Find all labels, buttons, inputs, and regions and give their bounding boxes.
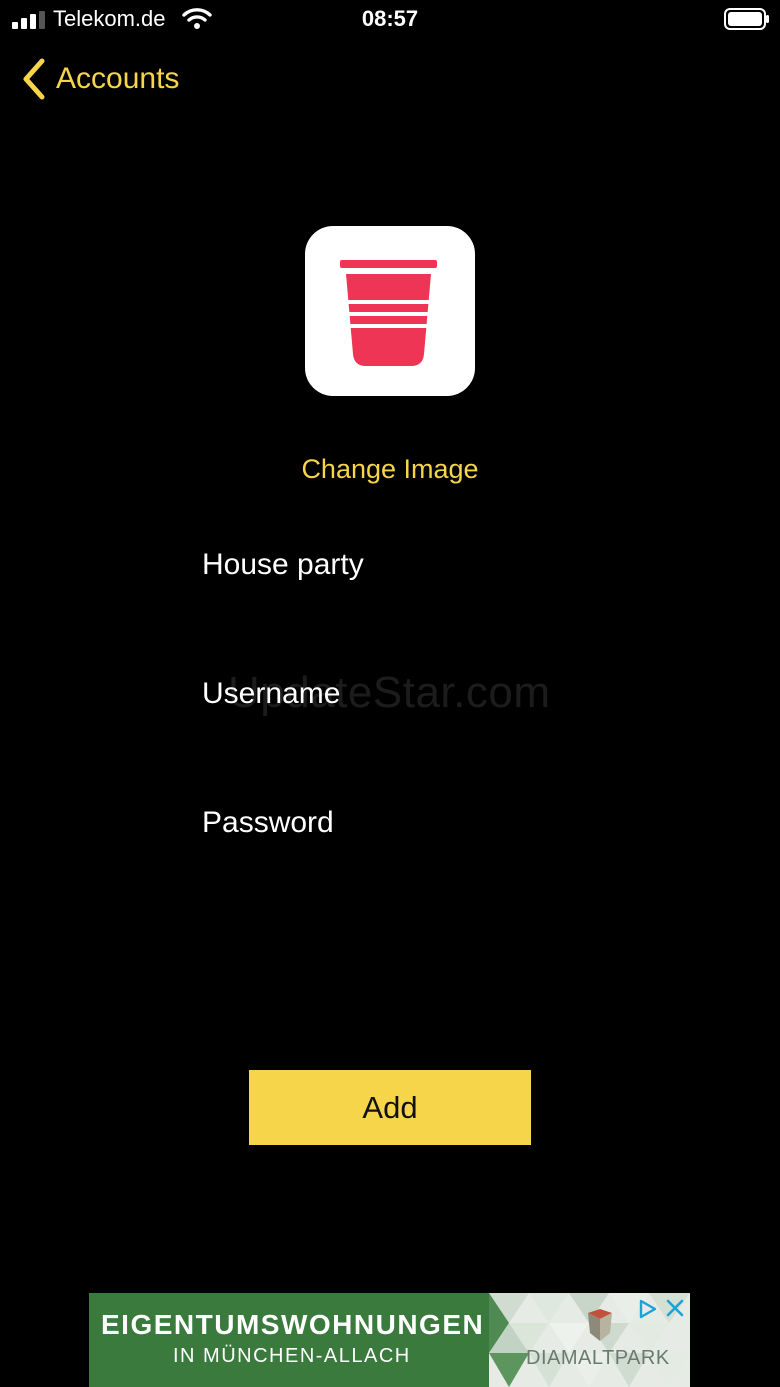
ad-headline: EIGENTUMSWOHNUNGEN (101, 1309, 485, 1340)
add-button[interactable]: Add (249, 1070, 531, 1145)
back-button[interactable]: Accounts (20, 56, 179, 102)
username-field[interactable]: Username (202, 668, 582, 720)
back-button-label: Accounts (56, 62, 180, 95)
ad-brand: DIAMALTPARK (526, 1347, 670, 1369)
battery-icon (724, 8, 769, 30)
close-icon[interactable] (666, 1299, 684, 1317)
chevron-left-icon (23, 58, 45, 100)
change-image-button[interactable]: Change Image (0, 454, 780, 485)
party-cup-icon (340, 260, 437, 366)
account-image[interactable] (305, 226, 475, 396)
ad-banner[interactable]: EIGENTUMSWOHNUNGEN IN MÜNCHEN-ALLACH DIA… (89, 1293, 690, 1387)
status-clock: 08:57 (361, 6, 419, 31)
status-bar: Telekom.de 08:57 (0, 0, 780, 40)
ad-subline: IN MÜNCHEN-ALLACH (173, 1345, 411, 1367)
account-name-field[interactable]: House party (202, 539, 582, 591)
ad-choices-icon[interactable] (637, 1299, 659, 1319)
password-field[interactable]: Password (202, 797, 582, 849)
diamaltpark-logo-icon (588, 1309, 612, 1341)
